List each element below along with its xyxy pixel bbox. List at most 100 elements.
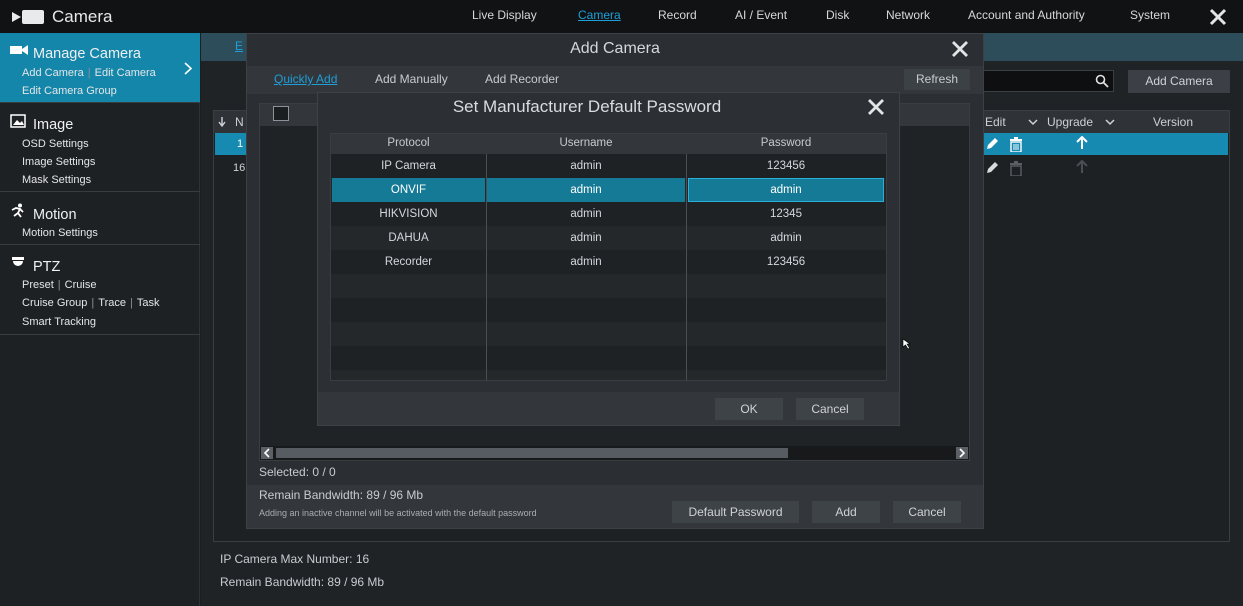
- sidebar-title-manage-camera: Manage Camera: [33, 46, 141, 62]
- table-row[interactable]: Recorder admin 123456: [331, 250, 886, 274]
- sidebar-item-edit-camera[interactable]: Edit Camera: [95, 67, 156, 79]
- cell-password[interactable]: 123456: [686, 160, 886, 172]
- close-icon[interactable]: [1208, 7, 1228, 27]
- sidebar-item-preset[interactable]: Preset: [22, 279, 54, 291]
- cell-password[interactable]: admin: [686, 232, 886, 244]
- select-all-checkbox[interactable]: [273, 106, 289, 121]
- row-no: 16: [233, 162, 246, 174]
- cell-password[interactable]: admin: [686, 184, 886, 196]
- table-row-empty: [331, 322, 886, 346]
- sidebar-section-motion[interactable]: Motion Motion Settings: [0, 193, 200, 245]
- row-no: 1: [237, 138, 244, 150]
- sidebar-item-cruise[interactable]: Cruise: [65, 279, 97, 291]
- cell-username[interactable]: admin: [486, 256, 686, 268]
- column-edit: Edit: [985, 115, 1006, 129]
- header-password: Password: [760, 137, 812, 149]
- cell-protocol: IP Camera: [381, 160, 436, 172]
- header-username: Username: [559, 137, 613, 149]
- edit-pencil-icon[interactable]: [985, 161, 999, 175]
- sidebar-item-edit-camera-group[interactable]: Edit Camera Group: [22, 85, 117, 97]
- table-row[interactable]: DAHUA admin admin: [331, 226, 886, 250]
- trash-icon[interactable]: [1009, 137, 1023, 152]
- nav-system[interactable]: System: [1130, 8, 1170, 22]
- sidebar-item-osd-settings[interactable]: OSD Settings: [22, 138, 89, 150]
- sort-down-icon[interactable]: [218, 117, 226, 127]
- inactive-channel-note: Adding an inactive channel will be activ…: [259, 508, 537, 518]
- add-camera-button[interactable]: Add Camera: [1128, 70, 1230, 93]
- upgrade-arrow-icon[interactable]: [1076, 160, 1088, 174]
- nav-live-display[interactable]: Live Display: [472, 8, 537, 22]
- sidebar-section-image[interactable]: Image OSD Settings Image Settings Mask S…: [0, 104, 200, 192]
- cancel-button[interactable]: Cancel: [796, 398, 864, 420]
- chevron-down-icon[interactable]: [1105, 119, 1115, 126]
- nav-disk[interactable]: Disk: [826, 8, 849, 22]
- sidebar-item-trace[interactable]: Trace: [98, 297, 126, 309]
- selected-count: Selected: 0 / 0: [259, 465, 336, 479]
- tab-add-manually[interactable]: Add Manually: [375, 72, 448, 86]
- app-title: Camera: [52, 7, 113, 26]
- nav-network[interactable]: Network: [886, 8, 930, 22]
- ok-button[interactable]: OK: [715, 398, 783, 420]
- default-password-dialog-title: Set Manufacturer Default Password: [452, 97, 722, 116]
- column-no[interactable]: N: [235, 115, 244, 129]
- column-version: Version: [1153, 115, 1194, 129]
- sidebar-item-motion-settings[interactable]: Motion Settings: [22, 227, 98, 239]
- sidebar-section-manage-camera[interactable]: Manage Camera Add Camera | Edit Camera Edi…: [0, 33, 200, 103]
- scrollbar-thumb[interactable]: [276, 448, 788, 458]
- sidebar: Manage Camera Add Camera | Edit Camera Edi…: [0, 33, 200, 606]
- upgrade-arrow-icon[interactable]: [1076, 136, 1088, 150]
- sidebar-title-motion: Motion: [33, 207, 77, 223]
- cell-protocol: Recorder: [384, 256, 433, 268]
- cell-username[interactable]: admin: [486, 232, 686, 244]
- sidebar-item-task[interactable]: Task: [137, 297, 160, 309]
- search-input[interactable]: [980, 70, 1114, 92]
- tab-quickly-add[interactable]: Quickly Add: [274, 72, 337, 86]
- sidebar-title-image: Image: [33, 117, 74, 133]
- cell-password[interactable]: 123456: [686, 256, 886, 268]
- scroll-left-icon[interactable]: [261, 447, 273, 459]
- max-number-label: IP Camera Max Number: 16: [220, 552, 370, 566]
- add-button[interactable]: Add: [812, 501, 880, 523]
- edit-pencil-icon[interactable]: [985, 137, 999, 151]
- nav-account-authority[interactable]: Account and Authority: [968, 8, 1085, 22]
- sidebar-item-smart-tracking[interactable]: Smart Tracking: [22, 316, 96, 328]
- sidebar-item-cruise-group[interactable]: Cruise Group: [22, 297, 87, 309]
- column-upgrade: Upgrade: [1047, 115, 1094, 129]
- add-camera-tabs: [247, 66, 983, 94]
- cell-password[interactable]: 12345: [686, 208, 886, 220]
- table-row-selected[interactable]: ONVIF admin admin: [331, 178, 886, 202]
- sidebar-item-image-settings[interactable]: Image Settings: [22, 156, 95, 168]
- table-row-empty: [331, 274, 886, 298]
- refresh-button[interactable]: Refresh: [904, 69, 970, 90]
- column-divider: [486, 154, 487, 380]
- nav-camera[interactable]: Camera: [578, 8, 621, 22]
- cell-protocol: HIKVISION: [379, 208, 438, 220]
- scroll-right-icon[interactable]: [956, 447, 968, 459]
- close-icon[interactable]: [866, 97, 886, 117]
- nav-ai-event[interactable]: AI / Event: [735, 8, 787, 22]
- table-row[interactable]: IP Camera admin 123456: [331, 154, 886, 178]
- nav-record[interactable]: Record: [658, 8, 697, 22]
- remain-bandwidth-label: Remain Bandwidth: 89 / 96 Mb: [220, 575, 385, 589]
- cell-username[interactable]: admin: [486, 160, 686, 172]
- tab-add-recorder[interactable]: Add Recorder: [485, 72, 559, 86]
- chevron-down-icon[interactable]: [1028, 119, 1038, 126]
- table-row-empty: [331, 370, 886, 380]
- cell-username[interactable]: admin: [486, 184, 686, 196]
- close-icon[interactable]: [950, 40, 970, 58]
- trash-icon[interactable]: [1009, 161, 1023, 176]
- main-tab-partial[interactable]: E: [235, 39, 243, 53]
- search-icon[interactable]: [1095, 74, 1109, 88]
- cell-protocol: ONVIF: [390, 184, 427, 196]
- camera-logo-icon: [12, 10, 44, 24]
- cell-username[interactable]: admin: [486, 208, 686, 220]
- sidebar-item-add-camera[interactable]: Add Camera: [22, 67, 84, 79]
- sidebar-section-ptz[interactable]: PTZ Preset | Cruise Cruise Group | Trace | Tas…: [0, 246, 200, 335]
- cancel-button[interactable]: Cancel: [893, 501, 961, 523]
- column-divider: [686, 154, 687, 380]
- default-password-button[interactable]: Default Password: [672, 501, 799, 523]
- running-person-icon: [11, 203, 24, 218]
- table-row[interactable]: HIKVISION admin 12345: [331, 202, 886, 226]
- password-table-header: Protocol Username Password: [331, 134, 886, 154]
- sidebar-item-mask-settings[interactable]: Mask Settings: [22, 174, 91, 186]
